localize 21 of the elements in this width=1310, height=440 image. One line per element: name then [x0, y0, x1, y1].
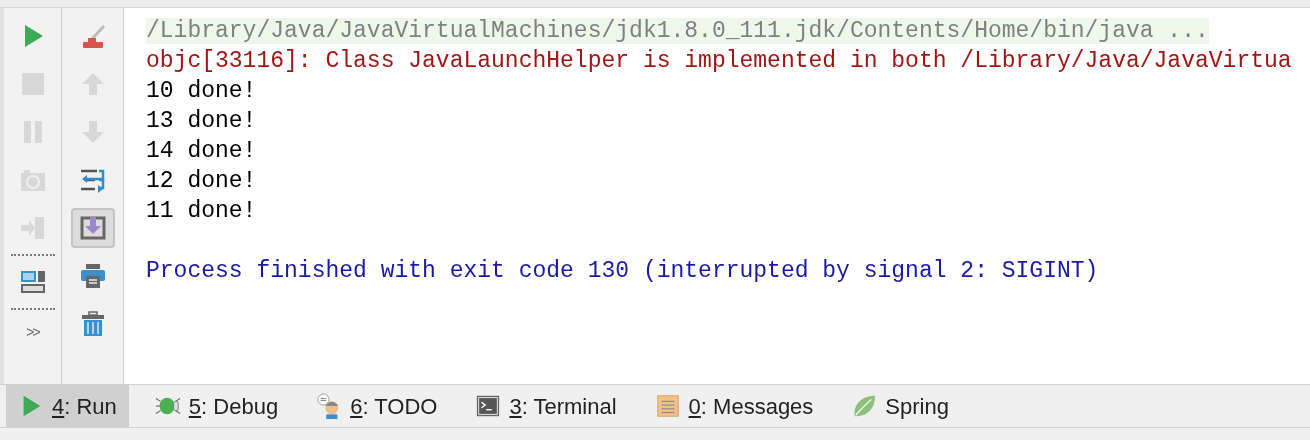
- tool-window-tab[interactable]: Spring: [839, 385, 961, 427]
- tool-window-tab[interactable]: 0: Messages: [642, 385, 826, 427]
- scroll-to-end-icon: [78, 214, 107, 242]
- tool-window-tab[interactable]: 6: TODO: [304, 385, 450, 427]
- output-line: 10 done!: [146, 78, 257, 104]
- printer-icon: [78, 262, 107, 290]
- document-icon: [654, 393, 681, 419]
- layout-icon: [18, 268, 47, 296]
- output-line: 12 done!: [146, 168, 257, 194]
- more-button[interactable]: >>: [26, 322, 39, 342]
- tool-window-tab[interactable]: 4: Run: [6, 385, 129, 427]
- scroll-end-button[interactable]: [70, 208, 115, 248]
- output-line: 11 done!: [146, 198, 257, 224]
- tool-window-tab[interactable]: 5: Debug: [142, 385, 291, 427]
- exit-message: Process finished with exit code 130 (interrupted by signal 2: SIGINT): [146, 258, 1099, 284]
- error-line: objc[33116]: Class JavaLaunchHelper is implemented in both /Library/Java/JavaVirtua: [146, 48, 1292, 74]
- output-line: 14 done!: [146, 138, 257, 164]
- output-line: 13 done!: [146, 108, 257, 134]
- terminal-icon: [475, 393, 502, 419]
- exit-icon: [18, 214, 47, 242]
- tool-window-tab[interactable]: 3: Terminal: [463, 385, 629, 427]
